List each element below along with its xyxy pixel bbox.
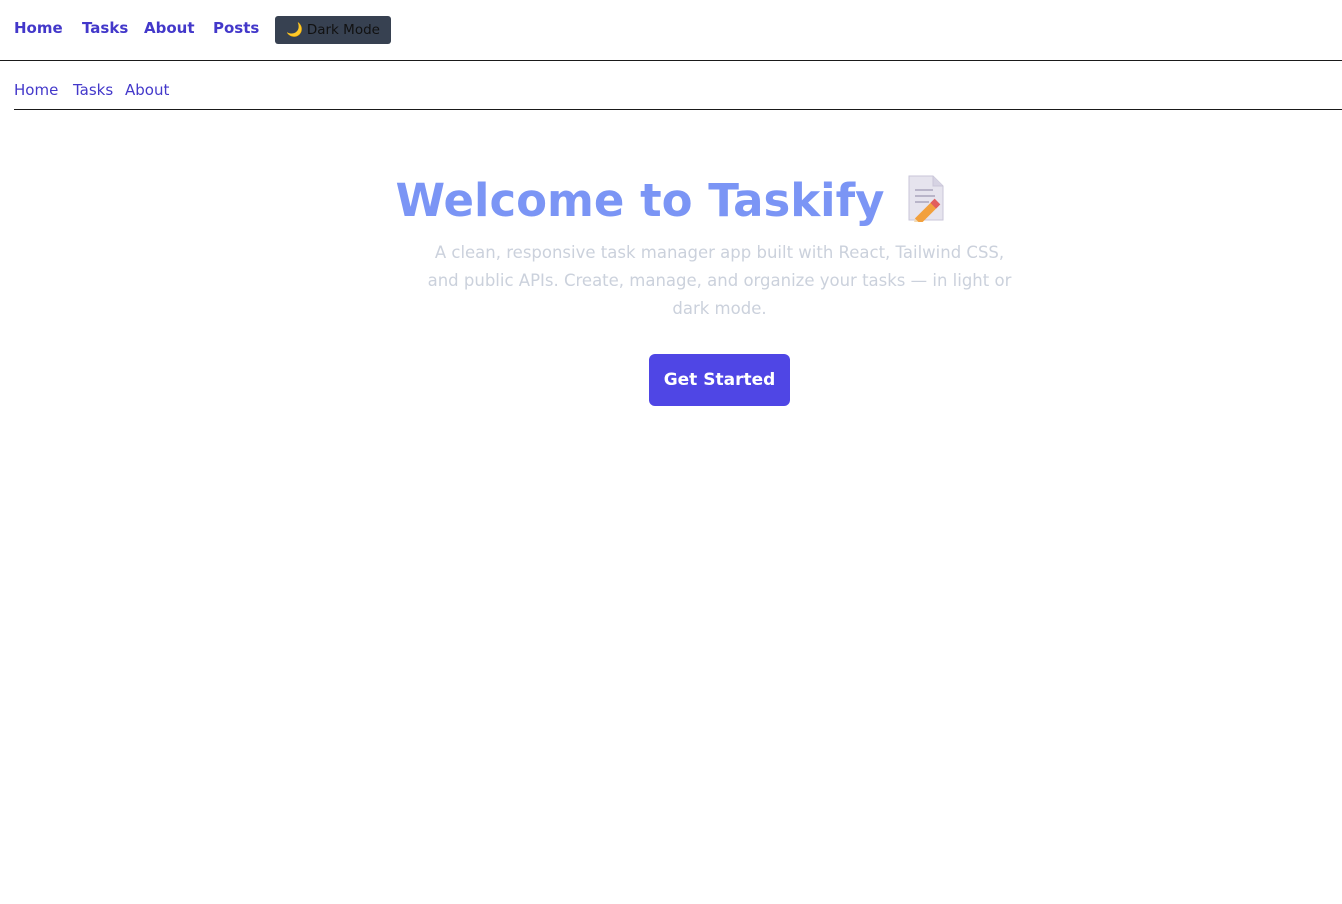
subnav-link-about[interactable]: About [125,80,169,100]
subnav-link-tasks[interactable]: Tasks [73,80,113,100]
secondary-navbar: Home Tasks About [14,61,1342,110]
hero-title-text: Welcome to Taskify [395,174,885,227]
nav-link-home[interactable]: Home [14,18,63,38]
subnav-link-home[interactable]: Home [14,80,58,100]
dark-mode-toggle-button[interactable]: 🌙 Dark Mode [275,16,391,44]
memo-pencil-icon [905,174,947,226]
nav-link-tasks[interactable]: Tasks [82,18,128,38]
nav-link-about[interactable]: About [144,18,195,38]
top-navbar: Home Tasks About Posts 🌙 Dark Mode [0,0,1342,61]
nav-link-posts[interactable]: Posts [213,18,259,38]
hero-subtitle: A clean, responsive task manager app bui… [427,243,1012,318]
hero-title: Welcome to Taskify [0,172,1342,230]
get-started-button[interactable]: Get Started [649,354,790,406]
moon-icon: 🌙 [286,22,303,38]
dark-mode-label: Dark Mode [306,22,380,38]
